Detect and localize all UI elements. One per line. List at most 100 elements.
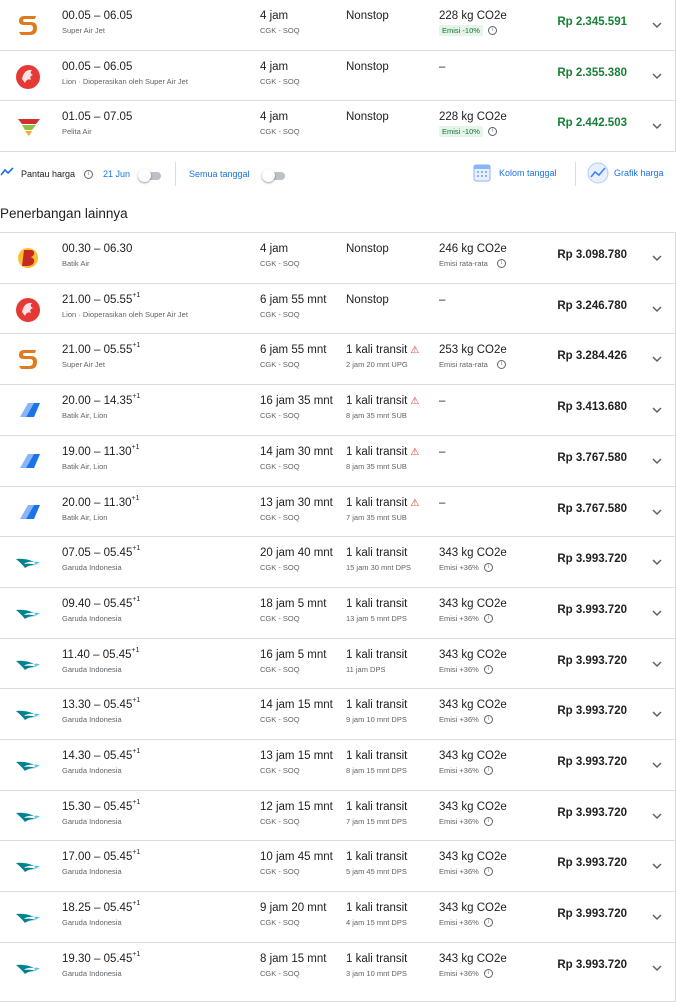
next-day-marker: +1: [132, 950, 141, 958]
info-icon[interactable]: i: [484, 968, 493, 978]
warning-icon: ⚠: [410, 345, 420, 357]
emission-note: Emisi +36%: [439, 613, 479, 623]
flight-duration: 16 jam 35 mnt: [260, 395, 333, 408]
next-day-marker: +1: [132, 697, 141, 705]
flight-price: Rp 3.993.720: [557, 756, 627, 768]
stops-info: 1 kali transit: [346, 648, 408, 661]
info-icon[interactable]: i: [488, 127, 497, 136]
chevron-down-icon[interactable]: [651, 859, 663, 871]
flight-row[interactable]: 09.40 – 05.45+1 Garuda Indonesia 18 jam 5 …: [0, 588, 676, 638]
flight-row[interactable]: 19.00 – 11.30+1 Batik Air, Lion 14 jam 30 …: [0, 436, 676, 486]
flight-price: Rp 3.098.780: [557, 249, 627, 261]
chevron-down-icon[interactable]: [651, 403, 663, 415]
chevron-down-icon[interactable]: [651, 69, 663, 81]
flight-row[interactable]: 14.30 – 05.45+1 Garuda Indonesia 13 jam 15…: [0, 740, 676, 790]
flight-route: CGK - SOQ: [260, 360, 300, 370]
flight-route: CGK - SOQ: [260, 816, 300, 826]
flight-row[interactable]: 19.30 – 05.45+1 Garuda Indonesia 8 jam 15 …: [0, 943, 676, 993]
co2-emissions: –: [439, 395, 446, 408]
flight-row[interactable]: 00.05 – 06.05 Lion · Dioperasikan oleh Su…: [0, 51, 676, 101]
info-icon[interactable]: i: [484, 867, 493, 877]
flight-route: CGK - SOQ: [260, 76, 300, 86]
row-divider: [0, 282, 676, 284]
flight-row[interactable]: 00.05 – 06.05 Super Air Jet 4 jam CGK - SOQ…: [0, 0, 676, 50]
stops-info: 1 kali transit: [346, 851, 408, 864]
date-grid-button[interactable]: Kolom tanggal: [499, 168, 557, 178]
garuda-logo-icon: [14, 904, 42, 930]
flight-price: Rp 3.993.720: [557, 908, 627, 921]
chevron-down-icon[interactable]: [651, 606, 663, 618]
info-icon[interactable]: i: [497, 360, 506, 370]
flight-row[interactable]: 21.00 – 05.55+1 Super Air Jet 6 jam 55 mnt…: [0, 334, 676, 384]
airline-name: Super Air Jet: [62, 26, 105, 35]
chevron-down-icon[interactable]: [651, 505, 663, 517]
airline-name: Batik Air, Lion: [62, 512, 108, 522]
tracked-date: 21 Jun: [103, 169, 131, 179]
flight-price: Rp 3.413.680: [557, 401, 627, 414]
chevron-down-icon[interactable]: [651, 809, 663, 821]
next-day-marker: +1: [132, 291, 141, 299]
info-icon[interactable]: i: [497, 259, 506, 268]
chevron-down-icon[interactable]: [651, 302, 663, 314]
chevron-down-icon[interactable]: [651, 910, 663, 922]
layover-detail: 2 jam 20 mnt UPG: [346, 360, 408, 370]
flight-row[interactable]: 07.05 – 05.45+1 Garuda Indonesia 20 jam 40…: [0, 537, 676, 587]
stops-info: 1 kali transit: [346, 952, 408, 965]
other-flights-list: 00.30 – 06.30 Batik Air 4 jam CGK - SOQ Nons…: [0, 232, 676, 1002]
info-icon[interactable]: i: [488, 26, 497, 35]
flight-duration: 4 jam: [260, 243, 289, 255]
chevron-down-icon[interactable]: [651, 119, 663, 131]
flight-route: CGK - SOQ: [260, 127, 300, 136]
flight-row[interactable]: 13.30 – 05.45+1 Garuda Indonesia 14 jam 15…: [0, 689, 676, 739]
flight-row[interactable]: 17.00 – 05.45+1 Garuda Indonesia 10 jam 45…: [0, 841, 676, 891]
flight-row[interactable]: 18.25 – 05.45+1 Garuda Indonesia 9 jam 20 …: [0, 892, 676, 942]
info-icon[interactable]: i: [84, 170, 93, 179]
pelita-logo-icon: [14, 113, 42, 139]
flight-route: CGK - SOQ: [260, 715, 300, 725]
info-icon[interactable]: i: [484, 664, 493, 674]
chevron-down-icon[interactable]: [651, 454, 663, 466]
flight-duration: 6 jam 55 mnt: [260, 344, 327, 357]
chevron-down-icon[interactable]: [651, 961, 663, 973]
flight-row[interactable]: 20.00 – 11.30+1 Batik Air, Lion 13 jam 30 …: [0, 487, 676, 537]
all-dates-toggle[interactable]: [262, 169, 285, 182]
garuda-logo-icon: [14, 803, 42, 829]
info-icon[interactable]: i: [484, 563, 493, 573]
chevron-down-icon[interactable]: [651, 707, 663, 719]
chevron-down-icon[interactable]: [651, 18, 663, 30]
next-day-marker: +1: [132, 342, 141, 350]
warning-icon: ⚠: [410, 446, 420, 458]
garuda-logo-icon: [14, 600, 42, 626]
flight-row[interactable]: 21.00 – 05.55+1 Lion · Dioperasikan oleh …: [0, 284, 676, 334]
flight-row[interactable]: 15.30 – 05.45+1 Garuda Indonesia 12 jam 15…: [0, 791, 676, 841]
flight-price: Rp 3.284.426: [557, 350, 627, 363]
co2-emissions: 343 kg CO2e: [439, 699, 507, 712]
flight-duration: 9 jam 20 mnt: [260, 902, 327, 915]
chevron-down-icon[interactable]: [651, 555, 663, 567]
flight-row[interactable]: 20.00 – 14.35+1 Batik Air, Lion 16 jam 35 …: [0, 385, 676, 435]
flight-row[interactable]: 00.30 – 06.30 Batik Air 4 jam CGK - SOQ Nons…: [0, 233, 676, 283]
calendar-grid-icon[interactable]: [473, 162, 491, 184]
chevron-down-icon[interactable]: [651, 758, 663, 770]
info-icon[interactable]: i: [484, 918, 493, 928]
flight-row[interactable]: 01.05 – 07.05 Pelita Air 4 jam CGK - SOQ Non…: [0, 101, 676, 151]
row-divider: [0, 586, 676, 588]
info-icon[interactable]: i: [484, 613, 493, 623]
info-icon[interactable]: i: [484, 766, 493, 775]
airline-name: Batik Air, Lion: [62, 411, 108, 421]
lion-logo-icon: [14, 63, 42, 89]
track-prices-toggle[interactable]: [138, 169, 161, 182]
info-icon[interactable]: i: [484, 715, 493, 725]
info-icon[interactable]: i: [484, 816, 493, 826]
airline-name: Batik Air, Lion: [62, 461, 108, 471]
airline-name: Batik Air: [62, 259, 90, 268]
flight-row[interactable]: 11.40 – 05.45+1 Garuda Indonesia 16 jam 5 …: [0, 639, 676, 689]
price-graph-button[interactable]: Grafik harga: [614, 168, 664, 178]
price-graph-icon[interactable]: [587, 162, 609, 186]
chevron-down-icon[interactable]: [651, 657, 663, 669]
chevron-down-icon[interactable]: [651, 251, 663, 263]
flight-price: Rp 3.993.720: [557, 857, 627, 870]
chevron-down-icon[interactable]: [651, 352, 663, 364]
flight-times: 14.30 – 05.45+1: [62, 748, 141, 762]
best-flights-list: 00.05 – 06.05 Super Air Jet 4 jam CGK - SOQ…: [0, 0, 676, 152]
